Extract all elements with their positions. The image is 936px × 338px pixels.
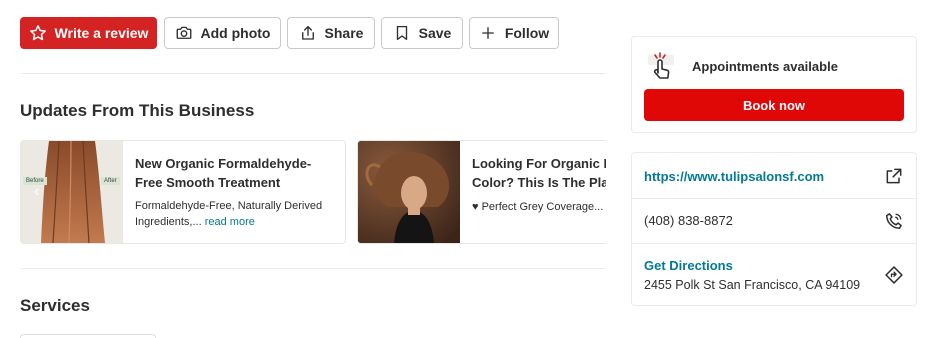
update-card[interactable]: Looking For Organic H Color? This Is The… bbox=[357, 140, 606, 244]
update-card-title-line: Free Smooth Treatment bbox=[135, 175, 281, 190]
updates-section-title: Updates From This Business bbox=[20, 101, 255, 120]
share-button[interactable]: Share bbox=[287, 17, 375, 49]
write-review-button[interactable]: Write a review bbox=[20, 17, 157, 49]
share-label: Share bbox=[324, 25, 364, 41]
external-link-icon[interactable] bbox=[884, 166, 904, 186]
add-photo-button[interactable]: Add photo bbox=[164, 17, 281, 49]
pointer-tap-icon bbox=[648, 52, 674, 79]
phone-number: (408) 838-8872 bbox=[644, 213, 733, 228]
star-icon bbox=[29, 25, 46, 41]
write-review-label: Write a review bbox=[54, 25, 149, 41]
update-card-image bbox=[358, 141, 460, 243]
carousel-prev-arrow[interactable]: ‹ bbox=[34, 183, 48, 201]
business-info-panel: https://www.tulipsalonsf.com (408) 838-8… bbox=[631, 152, 917, 306]
update-card-desc-line: Ingredients,... read more bbox=[135, 214, 322, 230]
appointments-label: Appointments available bbox=[692, 59, 838, 74]
after-tag: After bbox=[101, 177, 120, 185]
update-card-title: New Organic Formaldehyde- Free Smooth Tr… bbox=[135, 154, 311, 192]
divider bbox=[632, 243, 916, 244]
save-label: Save bbox=[418, 25, 452, 41]
share-icon bbox=[301, 25, 314, 40]
add-photo-label: Add photo bbox=[200, 25, 271, 41]
bookmark-icon bbox=[396, 25, 407, 41]
get-directions-link[interactable]: Get Directions bbox=[644, 258, 733, 273]
divider bbox=[632, 198, 916, 199]
directions-icon[interactable] bbox=[884, 265, 904, 285]
service-item-card[interactable] bbox=[20, 334, 156, 338]
follow-label: Follow bbox=[504, 25, 550, 41]
hair-image-portrait bbox=[358, 141, 460, 243]
divider bbox=[20, 73, 606, 74]
update-card-title-line: Looking For Organic H bbox=[472, 156, 606, 171]
follow-button[interactable]: Follow bbox=[469, 17, 559, 49]
book-now-button[interactable]: Book now bbox=[644, 89, 904, 121]
business-address: 2455 Polk St San Francisco, CA 94109 bbox=[644, 278, 861, 292]
plus-icon bbox=[481, 27, 494, 39]
services-section-title: Services bbox=[20, 296, 90, 315]
update-card-desc-line: Formaldehyde-Free, Naturally Derived bbox=[135, 200, 323, 212]
camera-icon bbox=[176, 26, 191, 39]
update-card[interactable]: Before After New Organic Formaldehyde- F… bbox=[20, 140, 346, 244]
phone-icon[interactable] bbox=[884, 211, 904, 231]
divider bbox=[20, 268, 606, 269]
booking-panel: Appointments available Book now bbox=[631, 36, 917, 133]
carousel-next-arrow[interactable]: › bbox=[580, 183, 594, 201]
update-card-description: Formaldehyde-Free, Naturally Derived Ing… bbox=[135, 198, 322, 230]
website-link[interactable]: https://www.tulipsalonsf.com bbox=[644, 169, 824, 184]
update-card-title-line: New Organic Formaldehyde- bbox=[135, 156, 312, 171]
save-button[interactable]: Save bbox=[381, 17, 463, 49]
update-card-description: ♥ Perfect Grey Coverage... bbox=[472, 201, 604, 213]
update-card-desc-text: Ingredients,... bbox=[135, 216, 205, 228]
read-more-link[interactable]: read more bbox=[205, 216, 255, 228]
